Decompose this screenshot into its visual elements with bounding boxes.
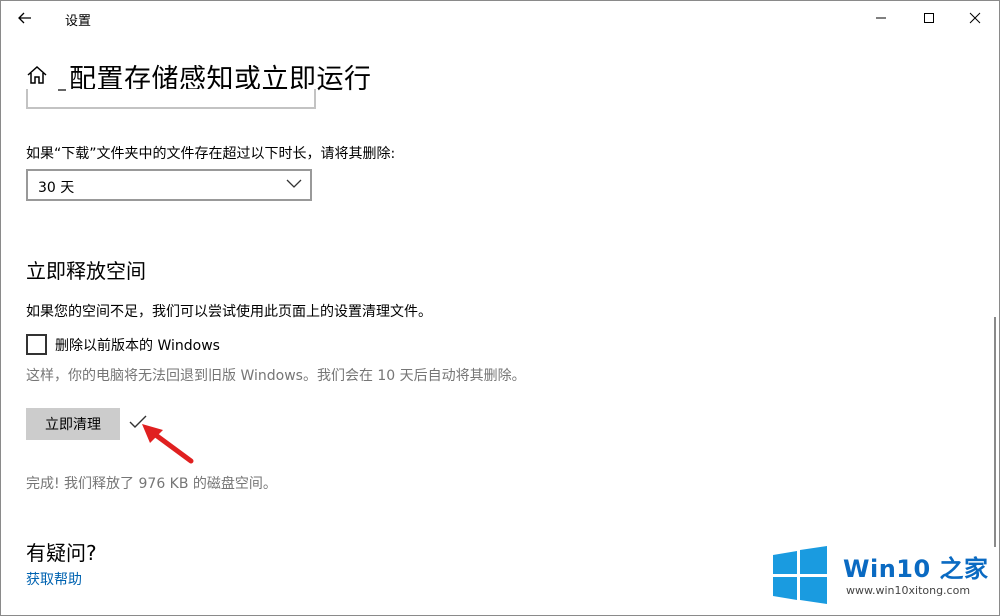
get-help-link[interactable]: 获取帮助 xyxy=(26,569,82,589)
window-title: 设置 xyxy=(65,14,92,29)
back-button[interactable] xyxy=(11,5,39,31)
clean-now-button[interactable]: 立即清理 xyxy=(26,408,120,440)
cleanup-result: 完成! 我们释放了 976 KB 的磁盘空间。 xyxy=(26,476,277,492)
clipped-text-fragment xyxy=(58,83,66,91)
watermark-url: www.win10xitong.com xyxy=(846,584,971,597)
maximize-button[interactable] xyxy=(906,5,952,31)
downloads-label: 如果“下载”文件夹中的文件存在超过以下时长，请将其删除: xyxy=(26,146,396,162)
home-icon[interactable] xyxy=(25,63,49,87)
delete-old-windows-checkbox[interactable] xyxy=(26,334,47,355)
checkbox-hint: 这样，你的电脑将无法回退到旧版 Windows。我们会在 10 天后自动将其删除… xyxy=(26,368,526,384)
downloads-duration-dropdown[interactable]: 30 天 xyxy=(26,169,312,201)
checkbox-label[interactable]: 删除以前版本的 Windows xyxy=(55,335,220,355)
scrollbar[interactable] xyxy=(994,317,996,547)
settings-window: 设置 配置存储感知或立即运行 如果“下载”文件夹中的文件存在超过以下时长，请将其… xyxy=(0,0,1000,616)
minimize-button[interactable] xyxy=(858,5,904,31)
help-heading: 有疑问? xyxy=(26,541,97,565)
watermark-title: Win10 之家 xyxy=(843,555,989,583)
title-bar: 设置 xyxy=(1,1,999,35)
windows-logo-icon xyxy=(773,546,827,604)
free-space-description: 如果您的空间不足，我们可以尝试使用此页面上的设置清理文件。 xyxy=(26,304,432,320)
free-space-heading: 立即释放空间 xyxy=(26,259,146,283)
maximize-icon xyxy=(924,13,934,23)
back-arrow-icon xyxy=(18,12,31,24)
close-icon xyxy=(969,12,981,24)
red-arrow-annotation-icon xyxy=(142,424,194,464)
dropdown-selected-value: 30 天 xyxy=(38,180,75,196)
chevron-down-icon xyxy=(286,179,302,188)
previous-dropdown-clipped[interactable] xyxy=(26,89,316,109)
close-button[interactable] xyxy=(952,5,998,31)
minimize-icon xyxy=(876,17,886,19)
